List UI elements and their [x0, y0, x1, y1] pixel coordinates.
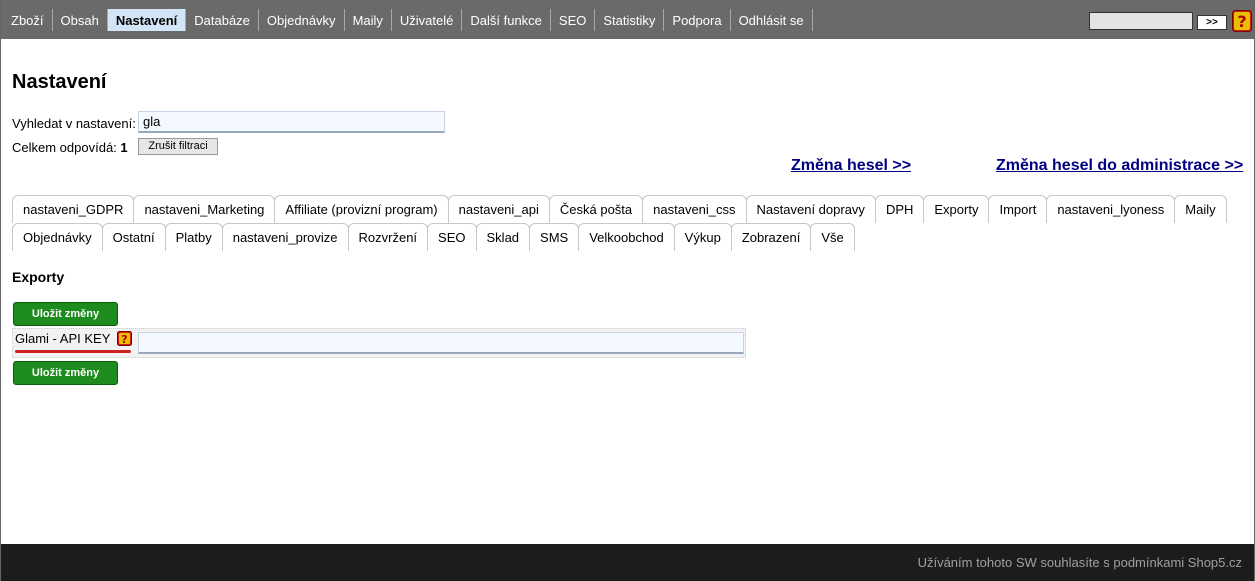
clear-filter-button[interactable]: Zrušit filtraci [138, 138, 218, 155]
nav-item-11[interactable]: Odhlásit se [731, 9, 813, 31]
settings-tab[interactable]: SMS [529, 223, 580, 251]
settings-tab[interactable]: nastaveni_css [642, 195, 747, 223]
settings-tab[interactable]: Velkoobchod [578, 223, 675, 251]
nav-item-9[interactable]: Statistiky [595, 9, 665, 31]
settings-tab[interactable]: nastaveni_lyoness [1046, 195, 1176, 223]
settings-tab[interactable]: DPH [874, 195, 925, 223]
settings-tab[interactable]: Affiliate (provizní program) [274, 195, 449, 223]
nav-item-3[interactable]: Databáze [186, 9, 259, 31]
setting-row-glami-api-key: Glami - API KEY ? [12, 328, 746, 358]
highlight-underline [15, 350, 131, 353]
change-passwords-link[interactable]: Změna hesel >> [791, 157, 911, 175]
settings-tab[interactable]: Nastavení dopravy [745, 195, 876, 223]
match-count-value: 1 [120, 140, 128, 155]
svg-text:?: ? [1237, 12, 1246, 31]
settings-tab[interactable]: Objednávky [12, 223, 103, 251]
nav-item-6[interactable]: Uživatelé [392, 9, 463, 31]
settings-tab[interactable]: Platby [164, 223, 223, 251]
settings-tab[interactable]: nastaveni_Marketing [133, 195, 276, 223]
footer: Užíváním tohoto SW souhlasíte s podmínka… [1, 544, 1254, 581]
match-count-label: Celkem odpovídá: [12, 140, 117, 155]
settings-tab[interactable]: Import [988, 195, 1048, 223]
nav-item-10[interactable]: Podpora [664, 9, 731, 31]
settings-tabs-row-1: nastaveni_GDPR nastaveni_Marketing Affilia… [12, 195, 1227, 223]
settings-tab[interactable]: nastaveni_GDPR [12, 195, 135, 223]
nav-item-8[interactable]: SEO [551, 9, 596, 31]
change-admin-passwords-link[interactable]: Změna hesel do administrace >> [996, 157, 1243, 175]
settings-tab[interactable]: Ostatní [101, 223, 166, 251]
settings-tab[interactable]: Výkup [673, 223, 732, 251]
nav-item-2[interactable]: Nastavení [107, 9, 187, 31]
help-icon[interactable]: ? [117, 331, 132, 346]
top-search-input[interactable] [1089, 12, 1193, 30]
settings-tab[interactable]: Zobrazení [730, 223, 812, 251]
settings-tab[interactable]: SEO [427, 223, 477, 251]
main-nav: Zboží Obsah Nastavení Databáze Objednávky Mai… [3, 9, 813, 31]
settings-tabs-row-2: Objednávky Ostatní Platby nastaveni_provize… [12, 223, 855, 251]
save-changes-button-bottom[interactable]: Uložit změny [13, 361, 118, 385]
settings-tab[interactable]: Rozvržení [347, 223, 429, 251]
settings-tab[interactable]: Maily [1174, 195, 1227, 223]
nav-item-0[interactable]: Zboží [3, 9, 53, 31]
nav-item-4[interactable]: Objednávky [259, 9, 345, 31]
settings-tab[interactable]: Česká pošta [548, 195, 644, 223]
page-title: Nastavení [12, 71, 107, 93]
section-title: Exporty [12, 269, 65, 285]
glami-api-key-input[interactable] [138, 332, 744, 354]
footer-text: Užíváním tohoto SW souhlasíte s podmínka… [917, 555, 1242, 570]
svg-text:?: ? [121, 333, 127, 346]
save-changes-button-top[interactable]: Uložit změny [13, 302, 118, 326]
match-count: Celkem odpovídá: 1 [12, 140, 128, 155]
top-search-go-button[interactable]: >> [1197, 15, 1227, 30]
settings-tab[interactable]: Exporty [923, 195, 990, 223]
settings-search-label: Vyhledat v nastavení: [12, 116, 136, 131]
help-icon[interactable]: ? [1232, 10, 1252, 32]
nav-item-5[interactable]: Maily [345, 9, 392, 31]
nav-item-1[interactable]: Obsah [53, 9, 108, 31]
top-navigation-bar: Zboží Obsah Nastavení Databáze Objednávky Mai… [1, 0, 1254, 39]
glami-api-key-label: Glami - API KEY [15, 331, 111, 346]
settings-tab[interactable]: nastaveni_provize [221, 223, 349, 251]
settings-tab[interactable]: Vše [810, 223, 855, 251]
nav-item-7[interactable]: Další funkce [462, 9, 551, 31]
settings-search-input[interactable] [138, 111, 445, 133]
settings-tab[interactable]: nastaveni_api [447, 195, 550, 223]
settings-tab[interactable]: Sklad [475, 223, 531, 251]
